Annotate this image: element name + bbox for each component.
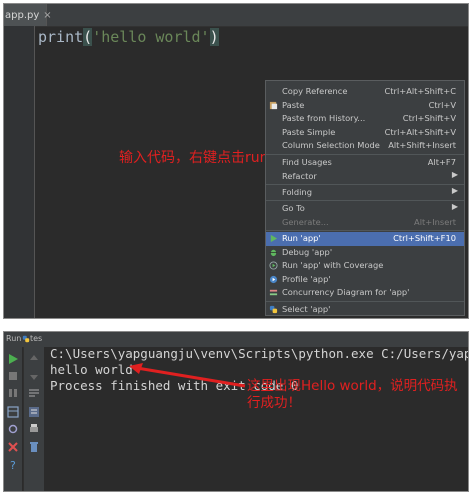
menu-item-paste[interactable]: Paste Ctrl+V bbox=[266, 99, 464, 113]
menu-separator bbox=[266, 200, 464, 201]
trash-icon[interactable] bbox=[27, 440, 41, 454]
annotation-bottom: 这里出现Hello world，说明代码执行成功！ bbox=[247, 378, 458, 411]
settings-icon[interactable] bbox=[6, 422, 20, 436]
run-toolbar-right bbox=[23, 347, 44, 491]
menu-item-generate: Generate... Alt+Insert bbox=[266, 216, 464, 230]
menu-separator bbox=[266, 184, 464, 185]
annotation-arrow bbox=[129, 363, 246, 388]
menu-item-shortcut: Ctrl+Alt+Shift+V bbox=[384, 126, 456, 137]
svg-text:?: ? bbox=[10, 459, 16, 471]
menu-item-paste-from-history[interactable]: Paste from History... Ctrl+Shift+V bbox=[266, 112, 464, 126]
run-header-label: Run bbox=[6, 334, 22, 343]
editor-tab-bar: app.py × bbox=[4, 4, 468, 27]
menu-item-label: Generate... bbox=[282, 216, 329, 227]
close-icon[interactable]: × bbox=[43, 10, 51, 21]
menu-item-shortcut: Alt+Insert bbox=[414, 216, 456, 227]
menu-item-refactor[interactable]: Refactor ▶ bbox=[266, 170, 464, 184]
menu-separator bbox=[266, 301, 464, 302]
menu-item-label: Go To bbox=[282, 203, 305, 213]
menu-item-label: Folding bbox=[282, 187, 312, 197]
python-icon bbox=[22, 335, 30, 343]
menu-item-label: Refactor bbox=[282, 170, 317, 181]
menu-item-label: Copy Reference bbox=[282, 86, 348, 96]
run-icon bbox=[270, 234, 278, 243]
console-line: C:\Users\yapguangju\venv\Scripts\python.… bbox=[50, 346, 469, 361]
menu-item-find-usages[interactable]: Find Usages Alt+F7 bbox=[266, 156, 464, 170]
menu-item-run-app[interactable]: Run 'app' Ctrl+Shift+F10 bbox=[266, 232, 464, 246]
menu-separator bbox=[266, 230, 464, 231]
tab-label: app.py bbox=[5, 9, 40, 21]
stop-icon[interactable] bbox=[6, 369, 20, 383]
scroll-to-end-icon[interactable] bbox=[27, 405, 41, 419]
paste-icon bbox=[269, 101, 278, 109]
print-icon[interactable] bbox=[27, 422, 41, 436]
menu-item-label: Profile 'app' bbox=[282, 273, 331, 284]
menu-item-label: Paste from History... bbox=[282, 113, 366, 124]
menu-item-label: Debug 'app' bbox=[282, 246, 333, 257]
annotation-top: 输入代码，右键点击run bbox=[119, 150, 269, 166]
menu-item-shortcut: Alt+Shift+Insert bbox=[388, 140, 456, 151]
help-icon[interactable]: ? bbox=[6, 457, 20, 471]
menu-item-label: Find Usages bbox=[282, 157, 332, 167]
layout-icon[interactable] bbox=[6, 405, 20, 419]
debug-icon bbox=[269, 249, 278, 256]
menu-item-paste-simple[interactable]: Paste Simple Ctrl+Alt+Shift+V bbox=[266, 126, 464, 140]
menu-item-shortcut: Alt+F7 bbox=[427, 157, 456, 167]
menu-item-label: Column Selection Mode bbox=[282, 140, 380, 151]
context-menu: Copy Reference Ctrl+Alt+Shift+C Paste Ctrl… bbox=[265, 80, 465, 316]
menu-item-concurrency-diagram[interactable]: Concurrency Diagram for 'app' bbox=[266, 286, 464, 300]
profile-icon bbox=[269, 275, 278, 283]
menu-item-select-app[interactable]: Select 'app' bbox=[266, 303, 464, 317]
python-icon bbox=[269, 305, 278, 314]
menu-item-copy-reference[interactable]: Copy Reference Ctrl+Alt+Shift+C bbox=[266, 85, 464, 99]
run-toolbar-left: ? bbox=[4, 347, 22, 491]
close-icon[interactable] bbox=[6, 440, 20, 454]
console-line: hello world bbox=[50, 362, 133, 377]
menu-item-label: Concurrency Diagram for 'app' bbox=[282, 287, 410, 298]
run-header: Run tes bbox=[4, 332, 468, 347]
rerun-icon[interactable] bbox=[6, 352, 20, 366]
menu-item-label: Run 'app' with Coverage bbox=[282, 260, 384, 271]
menu-item-profile-app[interactable]: Profile 'app' bbox=[266, 273, 464, 287]
menu-item-shortcut: Ctrl+Alt+Shift+C bbox=[384, 86, 456, 96]
menu-item-shortcut: Ctrl+V bbox=[428, 99, 456, 110]
menu-item-label: Run 'app' bbox=[282, 233, 321, 243]
menu-item-shortcut: Ctrl+Shift+F10 bbox=[393, 233, 456, 243]
code-close-paren: ) bbox=[209, 28, 219, 46]
menu-item-column-selection-mode[interactable]: Column Selection Mode Alt+Shift+Insert bbox=[266, 139, 464, 153]
menu-item-label: Paste Simple bbox=[282, 126, 336, 137]
arrow-down-icon[interactable] bbox=[27, 369, 41, 383]
soft-wrap-icon[interactable] bbox=[27, 386, 41, 400]
menu-item-label: Paste bbox=[282, 99, 305, 110]
menu-item-folding[interactable]: Folding ▶ bbox=[266, 186, 464, 200]
menu-item-run-with-coverage[interactable]: Run 'app' with Coverage bbox=[266, 259, 464, 273]
menu-item-shortcut: Ctrl+Shift+V bbox=[402, 113, 456, 124]
submenu-arrow-icon: ▶ bbox=[451, 202, 458, 211]
concurrency-icon bbox=[269, 290, 278, 296]
code-open-paren: ( bbox=[83, 28, 93, 46]
code-function: print bbox=[38, 28, 84, 46]
run-tab-label[interactable]: tes bbox=[30, 334, 42, 343]
menu-item-debug-app[interactable]: Debug 'app' bbox=[266, 246, 464, 260]
submenu-arrow-icon: ▶ bbox=[451, 186, 458, 195]
tab-app-py[interactable]: app.py × bbox=[4, 4, 52, 26]
arrow-up-icon[interactable] bbox=[27, 352, 41, 366]
menu-item-label: Select 'app' bbox=[282, 304, 331, 314]
submenu-arrow-icon: ▶ bbox=[451, 169, 458, 179]
code-string: 'hello world' bbox=[92, 28, 210, 46]
pause-icon[interactable] bbox=[6, 386, 20, 400]
menu-item-go-to[interactable]: Go To ▶ bbox=[266, 202, 464, 216]
code-line[interactable]: print('hello world') bbox=[38, 26, 219, 48]
line-gutter bbox=[4, 26, 35, 318]
coverage-icon bbox=[269, 261, 278, 270]
menu-separator bbox=[266, 154, 464, 155]
